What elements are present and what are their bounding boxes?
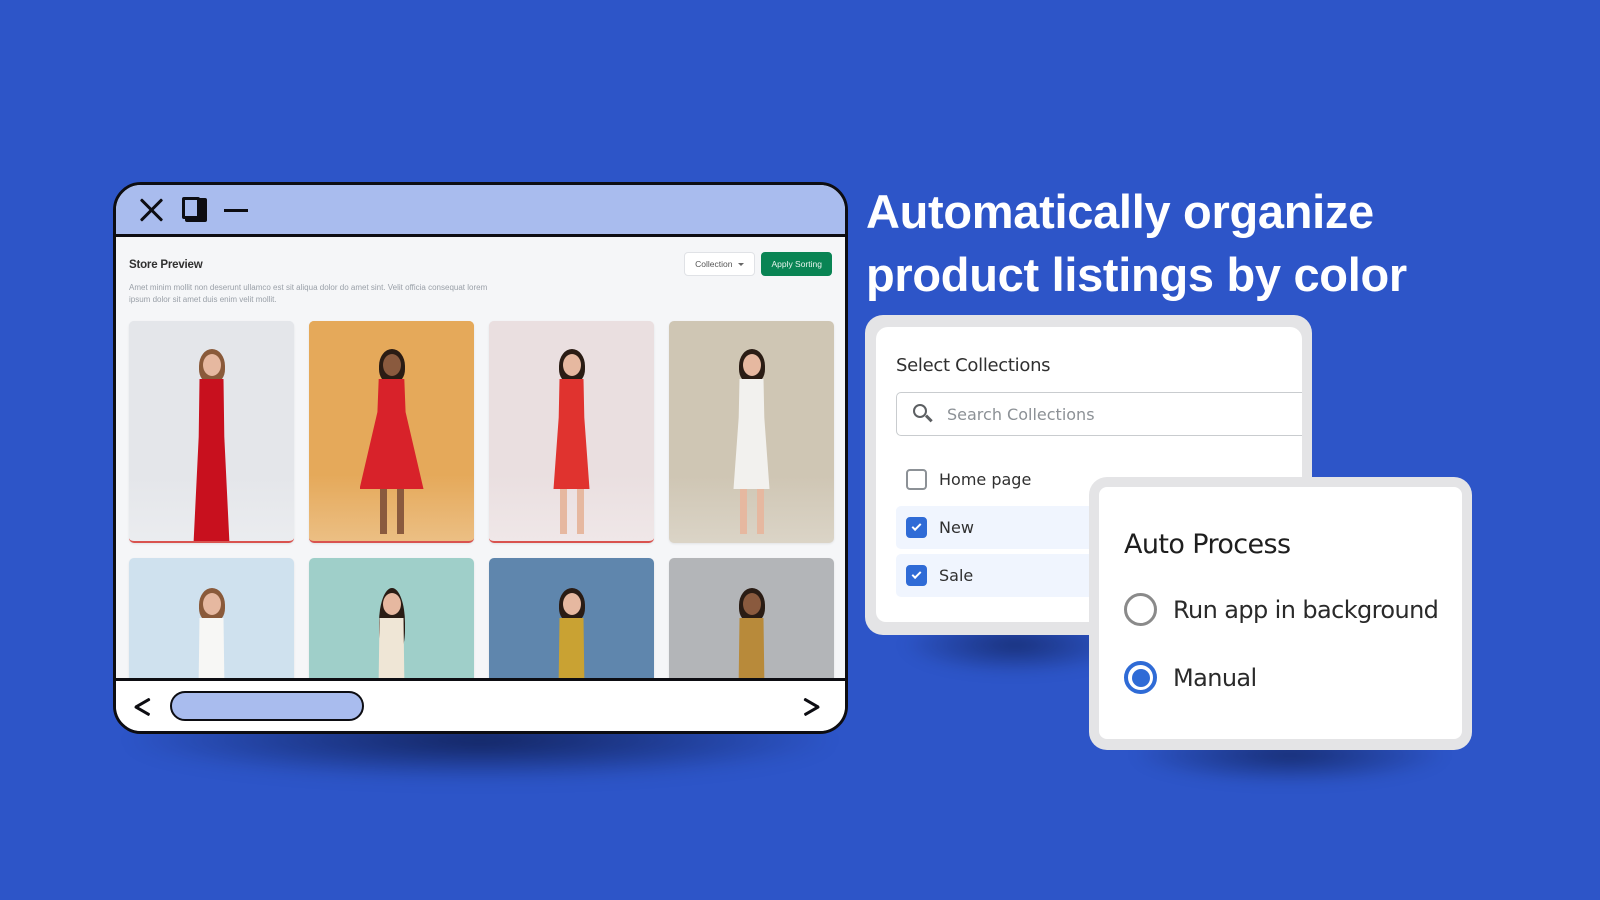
checkbox-checked[interactable] xyxy=(906,517,927,538)
store-description: Amet minim mollit non deserunt ullamco e… xyxy=(129,283,488,304)
auto-process-title: Auto Process xyxy=(1124,529,1291,560)
product-card[interactable] xyxy=(129,558,294,681)
checkmark-icon xyxy=(911,521,922,532)
auto-process-option-label: Run app in background xyxy=(1173,595,1439,624)
auto-process-option-label: Manual xyxy=(1173,663,1257,692)
auto-process-option[interactable]: Manual xyxy=(1124,661,1257,694)
product-image xyxy=(712,588,792,681)
checkbox-checked[interactable] xyxy=(906,565,927,586)
product-image xyxy=(532,349,612,541)
product-card[interactable] xyxy=(309,321,474,543)
minimize-icon[interactable] xyxy=(222,196,250,224)
product-image xyxy=(172,349,252,541)
chevron-left-icon[interactable] xyxy=(130,693,156,719)
store-preview-title: Store Preview xyxy=(129,259,203,271)
window-titlebar xyxy=(116,185,845,237)
collection-dropdown[interactable]: Collection xyxy=(684,252,756,276)
product-card[interactable] xyxy=(129,321,294,543)
browser-window: Store Preview Collection Apply Sorting A… xyxy=(113,182,848,734)
product-card[interactable] xyxy=(669,321,834,543)
window-scrollbar xyxy=(116,678,845,731)
restore-window-icon[interactable] xyxy=(180,196,208,224)
product-image xyxy=(532,588,612,681)
chevron-right-icon[interactable] xyxy=(797,693,823,719)
store-preview: Store Preview Collection Apply Sorting A… xyxy=(116,237,845,681)
select-collections-title: Select Collections xyxy=(896,355,1051,376)
checkbox-unchecked[interactable] xyxy=(906,469,927,490)
apply-sorting-button[interactable]: Apply Sorting xyxy=(761,252,832,276)
auto-process-option[interactable]: Run app in background xyxy=(1124,593,1439,626)
collection-item-label: Sale xyxy=(939,566,974,585)
caret-down-icon xyxy=(738,262,745,266)
headline: Automatically organize product listings … xyxy=(866,180,1407,306)
collection-item-label: Home page xyxy=(939,470,1032,489)
product-image xyxy=(352,588,432,681)
close-icon[interactable] xyxy=(138,196,166,224)
headline-line-1: Automatically organize xyxy=(866,185,1374,238)
product-card[interactable] xyxy=(309,558,474,681)
collection-dropdown-label: Collection xyxy=(695,259,733,269)
search-collections-input[interactable] xyxy=(947,404,1267,424)
scroll-thumb[interactable] xyxy=(170,691,364,721)
radio-dot xyxy=(1131,668,1150,687)
search-icon xyxy=(913,404,933,424)
radio-selected[interactable] xyxy=(1124,661,1157,694)
checkmark-icon xyxy=(911,569,922,580)
product-card[interactable] xyxy=(489,321,654,543)
collection-item-label: New xyxy=(939,518,974,537)
product-image xyxy=(172,588,252,681)
product-image xyxy=(712,349,792,543)
search-collections-field[interactable] xyxy=(896,392,1302,436)
product-grid xyxy=(129,321,834,681)
radio-unselected[interactable] xyxy=(1124,593,1157,626)
auto-process-panel: Auto Process Run app in background Manual xyxy=(1099,487,1462,739)
product-card[interactable] xyxy=(669,558,834,681)
headline-line-2: product listings by color xyxy=(866,248,1407,301)
product-card[interactable] xyxy=(489,558,654,681)
product-image xyxy=(352,349,432,541)
